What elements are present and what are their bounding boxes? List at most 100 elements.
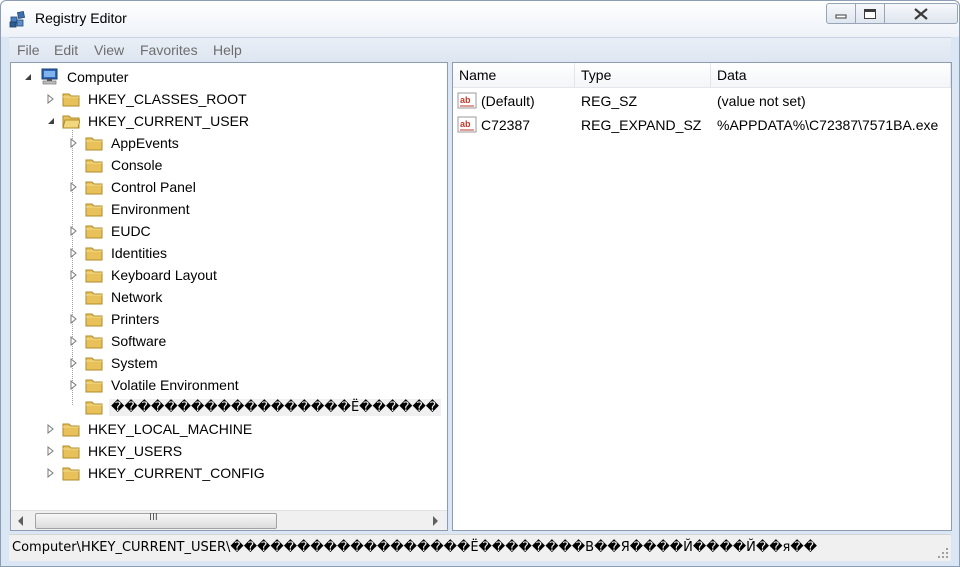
tree-label: Environment [111, 201, 190, 217]
tree-node-keyboard-layout[interactable]: Keyboard Layout [69, 264, 219, 286]
tree-node-environment[interactable]: Environment [69, 198, 192, 220]
menu-favorites[interactable]: Favorites [140, 42, 198, 58]
folder-icon [62, 445, 80, 459]
value-row[interactable]: ab (Default) REG_SZ (value not set) [453, 90, 951, 114]
scroll-left-icon[interactable] [17, 516, 25, 526]
no-expander [69, 160, 79, 170]
folder-icon [85, 269, 103, 283]
value-row[interactable]: ab C72387 REG_EXPAND_SZ %APPDATA%\C72387… [453, 114, 951, 138]
resize-grip-icon[interactable] [937, 547, 949, 559]
menu-bar: File Edit View Favorites Help [9, 37, 951, 62]
expand-arrow-icon[interactable] [69, 270, 79, 280]
close-button[interactable] [884, 3, 958, 24]
tree-node-hkey-current-config[interactable]: HKEY_CURRENT_CONFIG [46, 462, 267, 484]
tree-node-appevents[interactable]: AppEvents [69, 132, 181, 154]
computer-icon [41, 68, 58, 85]
scrollbar-thumb[interactable]: III [35, 512, 277, 529]
folder-icon [85, 401, 103, 415]
maximize-button[interactable] [855, 3, 885, 24]
menu-help[interactable]: Help [213, 42, 242, 58]
tree-label: Control Panel [111, 179, 196, 195]
window-title: Registry Editor [35, 10, 127, 26]
tree-label: Keyboard Layout [111, 267, 217, 283]
expand-arrow-icon[interactable] [69, 314, 79, 324]
tree-label: HKEY_CURRENT_USER [88, 113, 250, 129]
tree-node-eudc[interactable]: EUDC [69, 220, 153, 242]
folder-icon [85, 137, 103, 151]
collapse-arrow-icon[interactable] [23, 72, 33, 82]
tree-label: HKEY_CURRENT_CONFIG [88, 465, 265, 481]
tree-node-software[interactable]: Software [69, 330, 168, 352]
tree-label: Volatile Environment [111, 377, 239, 393]
folder-icon [85, 181, 103, 195]
expand-arrow-icon[interactable] [46, 468, 56, 478]
tree-node-identities[interactable]: Identities [69, 242, 169, 264]
menu-edit[interactable]: Edit [54, 42, 78, 58]
value-type: REG_EXPAND_SZ [581, 117, 702, 133]
tree-node-hkey-classes-root[interactable]: HKEY_CLASSES_ROOT [46, 88, 249, 110]
folder-icon [85, 313, 103, 327]
expand-arrow-icon[interactable] [69, 226, 79, 236]
tree-label: Software [111, 333, 167, 349]
value-type: REG_SZ [581, 93, 638, 109]
tree-label: Console [111, 157, 163, 173]
tree-label: AppEvents [111, 135, 179, 151]
tree-node-system[interactable]: System [69, 352, 160, 374]
expand-arrow-icon[interactable] [69, 138, 79, 148]
expand-arrow-icon[interactable] [69, 248, 79, 258]
folder-icon [85, 379, 103, 393]
tree-label: Printers [111, 311, 160, 327]
expand-arrow-icon[interactable] [46, 94, 56, 104]
tree-label: HKEY_LOCAL_MACHINE [88, 421, 253, 437]
menu-view[interactable]: View [94, 42, 124, 58]
horizontal-scrollbar[interactable]: III [11, 510, 447, 530]
column-header-name[interactable]: Name [453, 63, 575, 88]
status-path: Computer\HKEY_CURRENT_USER\�������������… [12, 540, 818, 555]
collapse-arrow-icon[interactable] [46, 116, 56, 126]
registry-tree-pane[interactable]: Computer HKEY_CLASSES_ROOT HKEY_CURRENT_… [10, 62, 448, 531]
title-bar[interactable]: Registry Editor [1, 1, 959, 37]
scroll-right-icon[interactable] [431, 516, 439, 526]
tree-node-hkey-local-machine[interactable]: HKEY_LOCAL_MACHINE [46, 418, 254, 440]
menu-file[interactable]: File [17, 42, 40, 58]
expand-arrow-icon[interactable] [46, 424, 56, 434]
tree-node-console[interactable]: Console [69, 154, 164, 176]
scrollbar-grip: III [149, 512, 158, 523]
minimize-icon [835, 14, 847, 18]
minimize-button[interactable] [826, 3, 856, 24]
tree-node-selected-key[interactable]: ������������������Ё������ [69, 396, 447, 418]
registry-editor-icon [9, 10, 26, 28]
value-data: %APPDATA%\C72387\7571BA.exe [717, 117, 939, 133]
folder-icon [85, 335, 103, 349]
tree-node-volatile-environment[interactable]: Volatile Environment [69, 374, 241, 396]
tree-label-computer: Computer [67, 69, 129, 85]
registry-editor-window: Registry Editor File Edit View Favorites… [0, 0, 960, 567]
tree-node-printers[interactable]: Printers [69, 308, 161, 330]
string-value-icon: ab [457, 92, 477, 109]
tree-node-computer[interactable]: Computer [23, 66, 130, 88]
tree-label: System [111, 355, 158, 371]
folder-icon [85, 291, 103, 305]
tree-label: HKEY_CLASSES_ROOT [88, 91, 247, 107]
column-header-data[interactable]: Data [711, 63, 951, 88]
tree-label: Network [111, 289, 163, 305]
expand-arrow-icon[interactable] [69, 336, 79, 346]
tree-node-hkey-users[interactable]: HKEY_USERS [46, 440, 184, 462]
values-list-pane[interactable]: Name Type Data ab (Default) REG_SZ (valu… [452, 62, 952, 531]
column-header-type[interactable]: Type [575, 63, 711, 88]
expand-arrow-icon[interactable] [69, 358, 79, 368]
folder-open-icon [62, 115, 80, 129]
expand-arrow-icon[interactable] [69, 380, 79, 390]
folder-icon [85, 159, 103, 173]
folder-icon [62, 467, 80, 481]
tree-node-control-panel[interactable]: Control Panel [69, 176, 198, 198]
no-expander [69, 402, 79, 412]
expand-arrow-icon[interactable] [46, 446, 56, 456]
folder-icon [85, 247, 103, 261]
tree-node-network[interactable]: Network [69, 286, 164, 308]
tree-node-hkey-current-user[interactable]: HKEY_CURRENT_USER [46, 110, 251, 132]
svg-text:ab: ab [460, 119, 471, 129]
tree-label: EUDC [111, 223, 151, 239]
value-name: C72387 [481, 117, 531, 133]
expand-arrow-icon[interactable] [69, 182, 79, 192]
